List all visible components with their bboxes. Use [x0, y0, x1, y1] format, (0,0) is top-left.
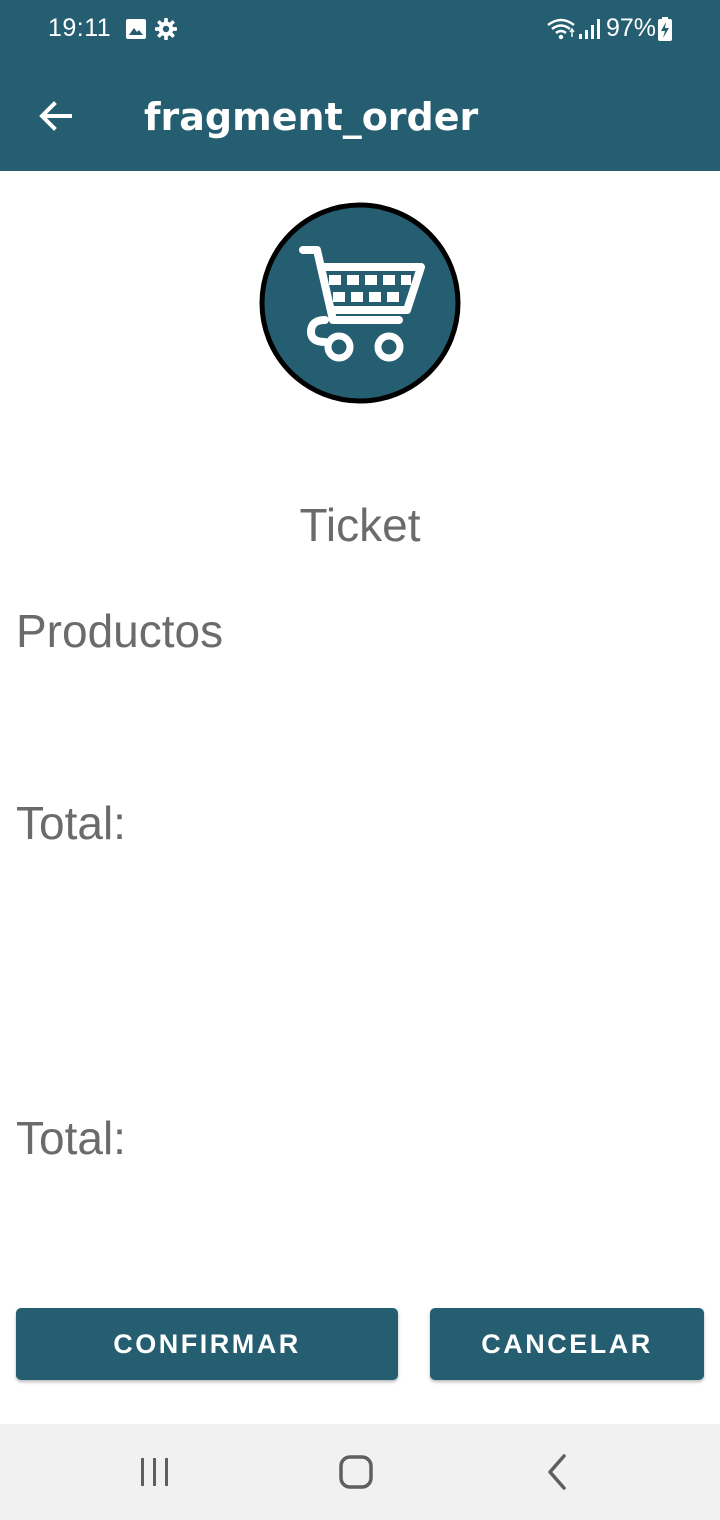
total-label: Total:	[16, 797, 126, 849]
system-nav-bar	[0, 1424, 720, 1520]
app-bar: fragment_order	[0, 60, 720, 171]
status-bar: 19:11 97%	[0, 0, 720, 60]
home-icon[interactable]	[334, 1452, 378, 1492]
battery-charging-icon	[658, 17, 672, 41]
app-header: 19:11 97% fragment_order	[0, 0, 720, 171]
gear-icon	[155, 18, 177, 40]
page-title: fragment_order	[144, 95, 479, 139]
total-label-secondary: Total:	[16, 1112, 126, 1164]
image-icon	[126, 19, 146, 39]
order-screen: 19:11 97% fragment_order Ticket Producto…	[0, 0, 720, 1520]
ticket-label: Ticket	[299, 499, 421, 551]
status-time: 19:11	[48, 14, 112, 42]
cancel-button[interactable]: CANCELAR	[430, 1308, 704, 1380]
signal-icon	[579, 19, 600, 39]
nav-back-icon[interactable]	[536, 1452, 580, 1492]
recent-apps-icon[interactable]	[133, 1452, 177, 1492]
battery-percentage: 97%	[606, 14, 657, 42]
confirm-button[interactable]: CONFIRMAR	[16, 1308, 398, 1380]
wifi-icon	[547, 18, 575, 40]
shopping-cart-icon	[259, 202, 461, 404]
arrow-back-icon[interactable]	[36, 96, 76, 136]
products-label: Productos	[16, 605, 224, 657]
